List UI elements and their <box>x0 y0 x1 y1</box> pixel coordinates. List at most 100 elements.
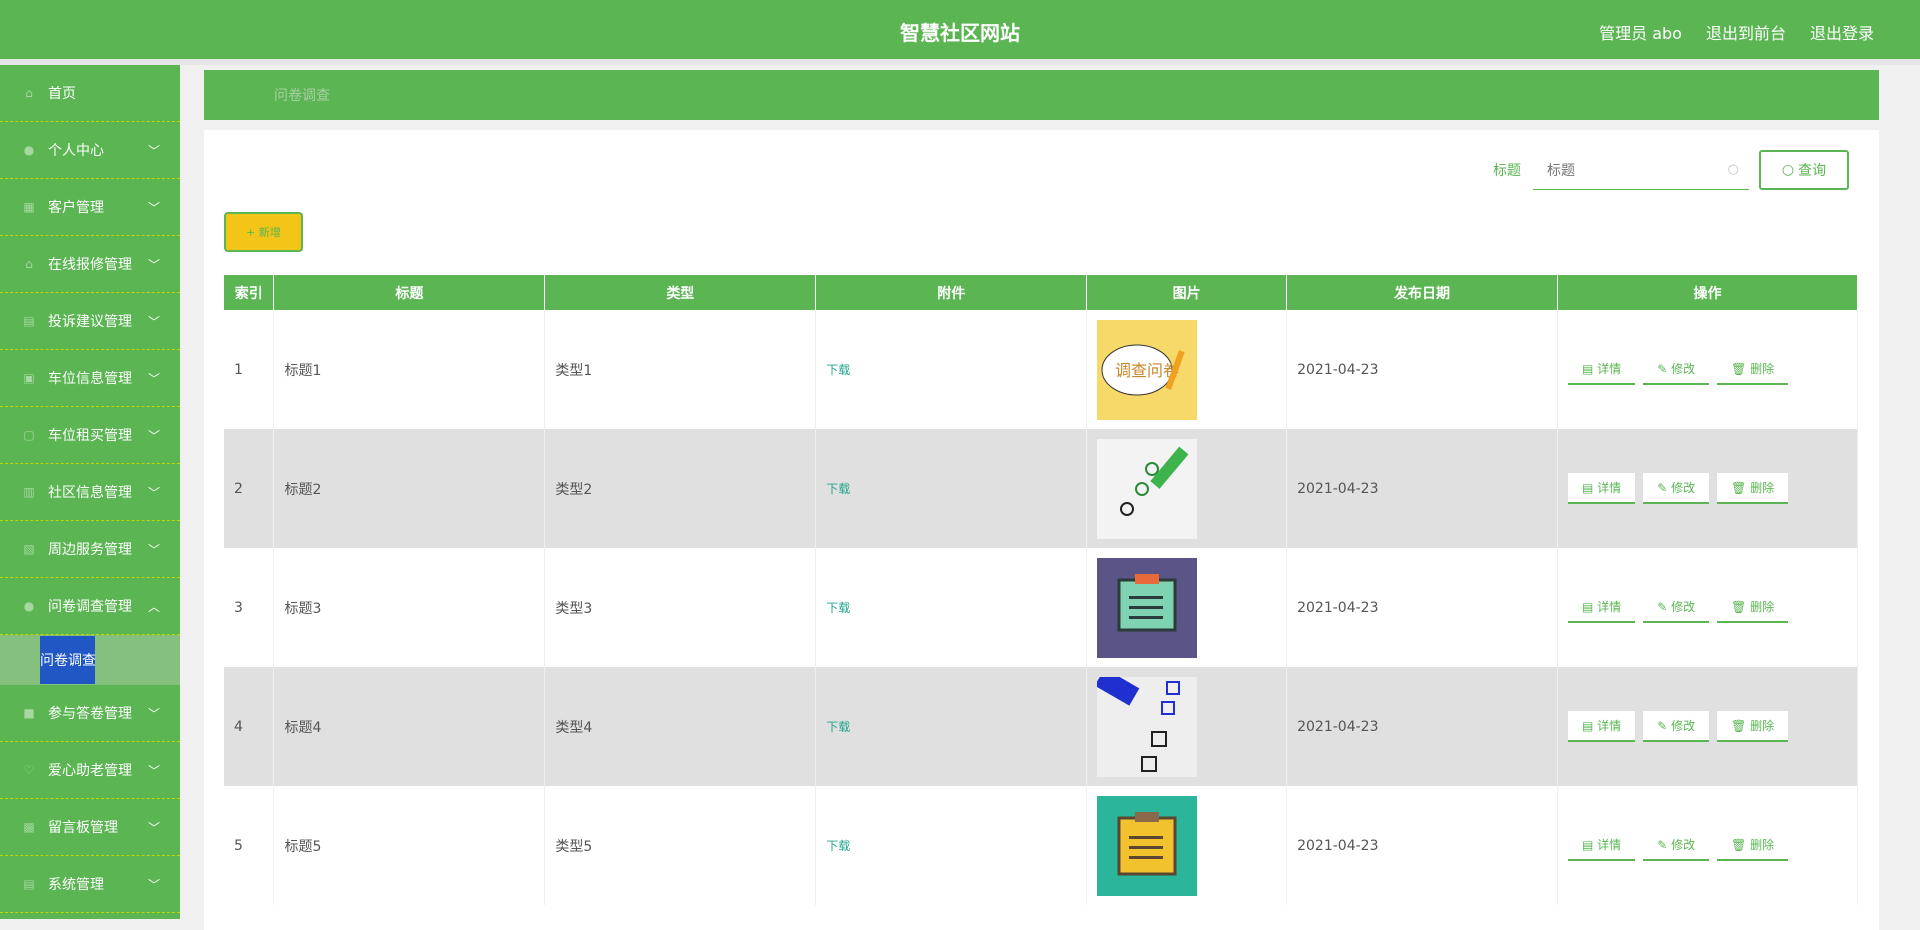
sidebar-item-complaints[interactable]: ▤ 投诉建议管理 ﹀ <box>0 293 180 350</box>
answer-icon: ■ <box>23 706 35 720</box>
cell-image <box>1086 548 1288 667</box>
chevron-down-icon: ﹀ <box>147 258 160 272</box>
clipboard-purple-image[interactable] <box>1097 557 1198 658</box>
chevron-down-icon: ﹀ <box>147 821 160 835</box>
query-button-label: 查询 <box>1798 163 1827 179</box>
edit-label: 修改 <box>1671 481 1696 495</box>
edit-button[interactable]: ✎ 修改 <box>1643 473 1710 504</box>
cell-title: 标题1 <box>273 310 546 429</box>
edit-button[interactable]: ✎ 修改 <box>1643 830 1710 861</box>
delete-label: 删除 <box>1750 719 1775 733</box>
delete-button[interactable]: 🗑 删除 <box>1717 711 1789 742</box>
edit-button[interactable]: ✎ 修改 <box>1643 354 1710 385</box>
sidebar-item-parking-rent[interactable]: ▢ 车位租买管理 ﹀ <box>0 407 180 464</box>
user-icon: ● <box>23 143 35 157</box>
sidebar-item-system[interactable]: ▤ 系统管理 ﹀ <box>0 856 180 913</box>
chevron-down-icon: ﹀ <box>147 315 160 329</box>
cell-actions: ▤ 详情 ✎ 修改 🗑 删除 <box>1557 310 1858 429</box>
sidebar-item-customers[interactable]: ▦ 客户管理 ﹀ <box>0 179 180 236</box>
logout-link[interactable]: 退出登录 <box>1810 20 1874 44</box>
add-button[interactable]: + 新增 <box>224 212 303 252</box>
col-date: 发布日期 <box>1286 275 1559 310</box>
sidebar-item-label: 在线报修管理 <box>48 257 132 273</box>
search-icon: ○ <box>1727 162 1739 177</box>
detail-button[interactable]: ▤ 详情 <box>1568 354 1636 385</box>
download-link[interactable]: 下载 <box>815 786 1088 905</box>
cell-index: 4 <box>224 667 275 786</box>
sidebar-item-guestbook[interactable]: ▩ 留言板管理 ﹀ <box>0 799 180 856</box>
sidebar-item-services[interactable]: ▧ 周边服务管理 ﹀ <box>0 521 180 578</box>
sidebar-item-parking-info[interactable]: ▣ 车位信息管理 ﹀ <box>0 350 180 407</box>
edit-label: 修改 <box>1671 838 1696 852</box>
delete-button[interactable]: 🗑 删除 <box>1717 830 1789 861</box>
edit-label: 修改 <box>1671 719 1696 733</box>
search-input[interactable] <box>1533 150 1749 189</box>
delete-label: 删除 <box>1750 600 1775 614</box>
clipboard-teal-image[interactable] <box>1097 795 1198 896</box>
edit-label: 修改 <box>1671 362 1696 376</box>
main-content: 问卷调查 标题 ○ ○ 查询 + 新增 索引 标题 类型 附件 图片 <box>204 70 1879 930</box>
search-bar: 标题 ○ ○ 查询 <box>1493 150 1849 190</box>
download-link[interactable]: 下载 <box>815 548 1088 667</box>
cell-title: 标题4 <box>273 667 546 786</box>
chevron-down-icon: ﹀ <box>147 201 160 215</box>
sidebar-item-label: 系统管理 <box>48 877 104 893</box>
detail-label: 详情 <box>1597 600 1622 614</box>
delete-button[interactable]: 🗑 删除 <box>1717 473 1789 504</box>
sidebar-item-elderly[interactable]: ♡ 爱心助老管理 ﹀ <box>0 742 180 799</box>
detail-button[interactable]: ▤ 详情 <box>1568 592 1636 623</box>
content-panel: 标题 ○ ○ 查询 + 新增 索引 标题 类型 附件 图片 发布日期 操作 <box>204 130 1879 930</box>
download-link[interactable]: 下载 <box>815 667 1088 786</box>
cell-title: 标题3 <box>273 548 546 667</box>
table-header-row: 索引 标题 类型 附件 图片 发布日期 操作 <box>224 275 1858 310</box>
delete-label: 删除 <box>1750 838 1775 852</box>
cell-index: 1 <box>224 310 275 429</box>
survey-icon: ● <box>23 599 35 613</box>
sidebar-item-label: 客户管理 <box>48 200 104 216</box>
detail-button[interactable]: ▤ 详情 <box>1568 830 1636 861</box>
cell-index: 5 <box>224 786 275 905</box>
sidebar: ⌂ 首页 ● 个人中心 ﹀ ▦ 客户管理 ﹀ ⌂ 在线报修管理 ﹀ ▤ 投诉建议… <box>0 65 180 919</box>
detail-button[interactable]: ▤ 详情 <box>1568 473 1636 504</box>
delete-label: 删除 <box>1750 481 1775 495</box>
download-link[interactable]: 下载 <box>815 310 1088 429</box>
sidebar-item-home[interactable]: ⌂ 首页 <box>0 65 180 122</box>
sidebar-item-personal[interactable]: ● 个人中心 ﹀ <box>0 122 180 179</box>
doc-icon: ▢ <box>23 428 35 442</box>
cell-image <box>1086 429 1288 548</box>
delete-button[interactable]: 🗑 删除 <box>1717 592 1789 623</box>
survey-cartoon-image[interactable]: 调查问卷 <box>1097 319 1198 420</box>
delete-button[interactable]: 🗑 删除 <box>1717 354 1789 385</box>
cell-title: 标题5 <box>273 786 546 905</box>
search-field: ○ <box>1533 150 1749 190</box>
table-row: 5 标题5 类型5 下载 2021-04-23 ▤ 详情 ✎ 修改 🗑 删除 <box>224 786 1858 905</box>
sidebar-item-repair[interactable]: ⌂ 在线报修管理 ﹀ <box>0 236 180 293</box>
edit-button[interactable]: ✎ 修改 <box>1643 592 1710 623</box>
checklist-blue-image[interactable] <box>1097 676 1198 777</box>
sidebar-item-community-info[interactable]: ▥ 社区信息管理 ﹀ <box>0 464 180 521</box>
edit-button[interactable]: ✎ 修改 <box>1643 711 1710 742</box>
topbar-divider <box>0 59 1920 65</box>
admin-user[interactable]: 管理员 abo <box>1599 20 1682 44</box>
query-button[interactable]: ○ 查询 <box>1759 150 1849 190</box>
sidebar-subitem-survey[interactable]: 问卷调查 <box>40 636 96 684</box>
breadcrumb-current[interactable]: 问卷调查 <box>274 85 330 105</box>
sidebar-item-label: 周边服务管理 <box>48 542 132 558</box>
edit-label: 修改 <box>1671 600 1696 614</box>
sidebar-item-survey[interactable]: ● 问卷调查管理 ︿ <box>0 578 180 635</box>
table-row: 1 标题1 类型1 下载 调查问卷 2021-04-23 ▤ 详情 ✎ 修改 🗑… <box>224 310 1858 429</box>
sidebar-item-label: 爱心助老管理 <box>48 763 132 779</box>
download-link[interactable]: 下载 <box>815 429 1088 548</box>
checklist-pencil-image[interactable] <box>1097 438 1198 539</box>
exit-to-front-link[interactable]: 退出到前台 <box>1706 20 1786 44</box>
cell-actions: ▤ 详情 ✎ 修改 🗑 删除 <box>1557 548 1858 667</box>
cell-title: 标题2 <box>273 429 546 548</box>
tools-icon: ⌂ <box>25 257 33 271</box>
chevron-down-icon: ﹀ <box>147 486 160 500</box>
detail-button[interactable]: ▤ 详情 <box>1568 711 1636 742</box>
chevron-down-icon: ﹀ <box>147 543 160 557</box>
col-index: 索引 <box>224 275 275 310</box>
detail-label: 详情 <box>1597 481 1622 495</box>
cell-type: 类型3 <box>544 548 817 667</box>
sidebar-item-answers[interactable]: ■ 参与答卷管理 ﹀ <box>0 685 180 742</box>
